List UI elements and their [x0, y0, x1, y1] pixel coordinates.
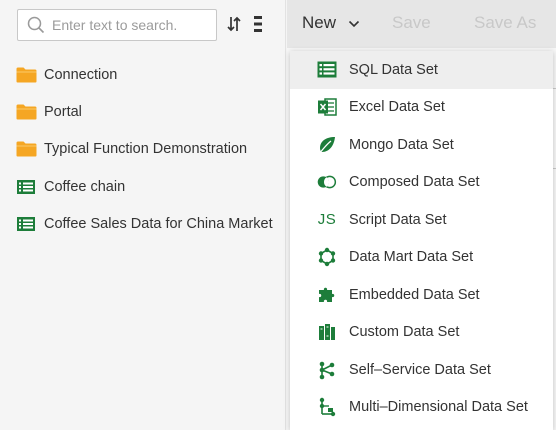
- menu-item-label: Excel Data Set: [349, 99, 445, 116]
- new-dropdown-menu: SQL Data Set Excel Data Set Mongo Data S…: [290, 51, 553, 430]
- tree-item-label: Connection: [44, 66, 118, 83]
- menu-item-self-service-data-set[interactable]: Self–Service Data Set: [290, 351, 553, 389]
- multi-dimensional-icon: [317, 397, 337, 417]
- menu-item-label: Composed Data Set: [349, 174, 480, 191]
- menu-item-sql-data-set[interactable]: SQL Data Set: [290, 51, 553, 89]
- menu-item-multi-dimensional-data-set[interactable]: Multi–Dimensional Data Set: [290, 389, 553, 427]
- folder-icon: [16, 67, 37, 83]
- js-icon-text: JS: [317, 211, 337, 229]
- tree-item-coffee-sales-data-china[interactable]: Coffee Sales Data for China Market: [0, 205, 286, 242]
- menu-item-label: Self–Service Data Set: [349, 361, 491, 378]
- menu-item-embedded-data-set[interactable]: Embedded Data Set: [290, 276, 553, 314]
- search-input[interactable]: [52, 14, 212, 36]
- menu-item-mongo-data-set[interactable]: Mongo Data Set: [290, 126, 553, 164]
- tree-item-connection[interactable]: Connection: [0, 56, 286, 93]
- data-mart-icon: [317, 247, 337, 267]
- folder-icon: [16, 141, 37, 157]
- menu-item-label: Multi–Dimensional Data Set: [349, 399, 528, 416]
- tree-item-label: Portal: [44, 103, 82, 120]
- excel-icon: [317, 97, 337, 117]
- data-source-tree: Connection Portal Typical Function Demon…: [0, 56, 286, 242]
- sql-table-icon: [317, 60, 337, 80]
- menu-item-data-mart-data-set[interactable]: Data Mart Data Set: [290, 239, 553, 277]
- tree-item-coffee-chain[interactable]: Coffee chain: [0, 168, 286, 205]
- table-icon: [17, 216, 35, 231]
- tree-item-label: Coffee chain: [44, 178, 126, 195]
- menu-item-label: SQL Data Set: [349, 61, 438, 78]
- js-icon: JS: [317, 210, 337, 230]
- search-icon: [27, 16, 45, 34]
- new-button[interactable]: New: [302, 13, 336, 33]
- composed-circles-icon: [317, 172, 337, 192]
- chevron-down-icon[interactable]: [348, 20, 360, 28]
- search-box[interactable]: [17, 9, 217, 41]
- menu-item-composed-data-set[interactable]: Composed Data Set: [290, 164, 553, 202]
- table-icon: [17, 179, 35, 194]
- sort-icon[interactable]: [226, 15, 242, 33]
- save-button[interactable]: Save: [392, 13, 431, 33]
- menu-item-custom-data-set[interactable]: Custom Data Set: [290, 314, 553, 352]
- menu-item-excel-data-set[interactable]: Excel Data Set: [290, 89, 553, 127]
- custom-books-icon: [317, 322, 337, 342]
- puzzle-icon: [317, 285, 337, 305]
- menu-item-label: Script Data Set: [349, 211, 447, 228]
- mongo-leaf-icon: [317, 135, 337, 155]
- self-service-icon: [317, 360, 337, 380]
- tree-item-portal[interactable]: Portal: [0, 93, 286, 130]
- toolbar: New Save Save As: [287, 0, 556, 48]
- menu-item-label: Embedded Data Set: [349, 286, 480, 303]
- menu-item-label: Data Mart Data Set: [349, 249, 474, 266]
- more-options-icon[interactable]: [253, 15, 263, 33]
- menu-item-label: Custom Data Set: [349, 324, 460, 341]
- left-panel: Connection Portal Typical Function Demon…: [0, 0, 286, 430]
- tree-item-label: Typical Function Demonstration: [44, 141, 248, 158]
- tree-item-typical-function-demonstration[interactable]: Typical Function Demonstration: [0, 131, 286, 168]
- menu-item-label: Mongo Data Set: [349, 136, 454, 153]
- folder-icon: [16, 104, 37, 120]
- tree-item-label: Coffee Sales Data for China Market: [44, 215, 273, 232]
- menu-item-script-data-set[interactable]: JS Script Data Set: [290, 201, 553, 239]
- save-as-button[interactable]: Save As: [474, 13, 536, 33]
